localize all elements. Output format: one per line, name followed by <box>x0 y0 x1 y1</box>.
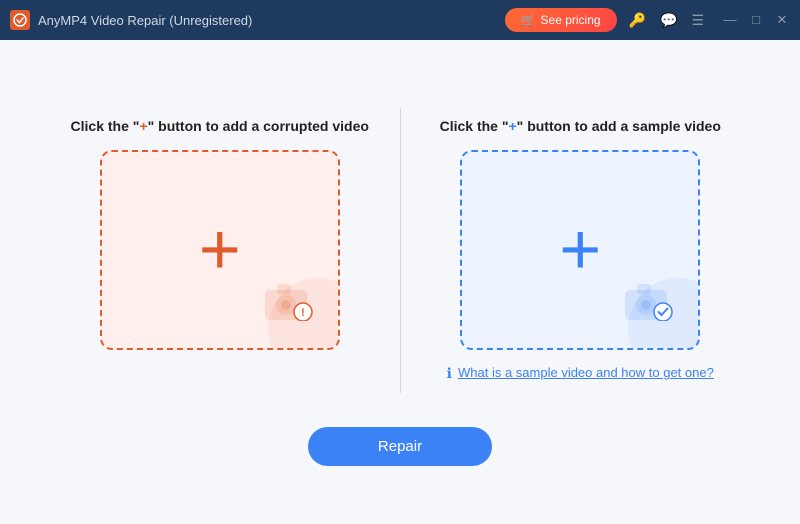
chat-icon[interactable]: 💬 <box>660 12 677 29</box>
right-panel-title: Click the "+" button to add a sample vid… <box>440 118 721 134</box>
app-icon <box>10 10 30 30</box>
sample-camera-icon <box>624 279 676 326</box>
menu-icon[interactable]: ☰ <box>691 12 704 29</box>
see-pricing-label: See pricing <box>541 13 601 27</box>
left-panel: Click the "+" button to add a corrupted … <box>40 98 400 370</box>
maximize-button[interactable]: □ <box>748 12 764 28</box>
sample-video-drop-zone[interactable]: + <box>460 150 700 350</box>
drop-zone-inner-left: + ! <box>102 152 338 348</box>
repair-btn-row: Repair <box>308 427 492 466</box>
right-panel: Click the "+" button to add a sample vid… <box>401 98 761 402</box>
repair-button[interactable]: Repair <box>308 427 492 466</box>
main-content: Click the "+" button to add a corrupted … <box>0 40 800 524</box>
corrupted-video-drop-zone[interactable]: + ! <box>100 150 340 350</box>
panels-row: Click the "+" button to add a corrupted … <box>40 98 760 402</box>
right-plus-symbol: + <box>508 118 516 134</box>
drop-zone-inner-right: + <box>462 152 698 348</box>
sample-video-link[interactable]: What is a sample video and how to get on… <box>458 364 714 382</box>
left-plus-icon: + <box>199 214 241 286</box>
info-icon: ℹ <box>447 365 452 382</box>
app-title: AnyMP4 Video Repair (Unregistered) <box>38 13 252 28</box>
key-icon[interactable]: 🔑 <box>629 12 646 29</box>
see-pricing-button[interactable]: 🛒 See pricing <box>505 8 617 32</box>
minimize-button[interactable]: — <box>722 12 738 28</box>
cart-icon: 🛒 <box>521 13 536 27</box>
title-bar-left: AnyMP4 Video Repair (Unregistered) <box>10 10 505 30</box>
corrupted-camera-icon: ! <box>264 279 316 326</box>
svg-text:!: ! <box>301 307 305 319</box>
sample-info: ℹ What is a sample video and how to get … <box>447 364 714 382</box>
left-plus-symbol: + <box>139 118 147 134</box>
title-bar-right: 🔑 💬 ☰ — □ ✕ <box>629 12 790 29</box>
left-panel-title: Click the "+" button to add a corrupted … <box>71 118 369 134</box>
title-bar: AnyMP4 Video Repair (Unregistered) 🛒 See… <box>0 0 800 40</box>
window-controls: — □ ✕ <box>722 12 790 28</box>
close-button[interactable]: ✕ <box>774 12 790 28</box>
right-plus-icon: + <box>559 214 601 286</box>
title-bar-center: 🛒 See pricing <box>505 8 617 32</box>
